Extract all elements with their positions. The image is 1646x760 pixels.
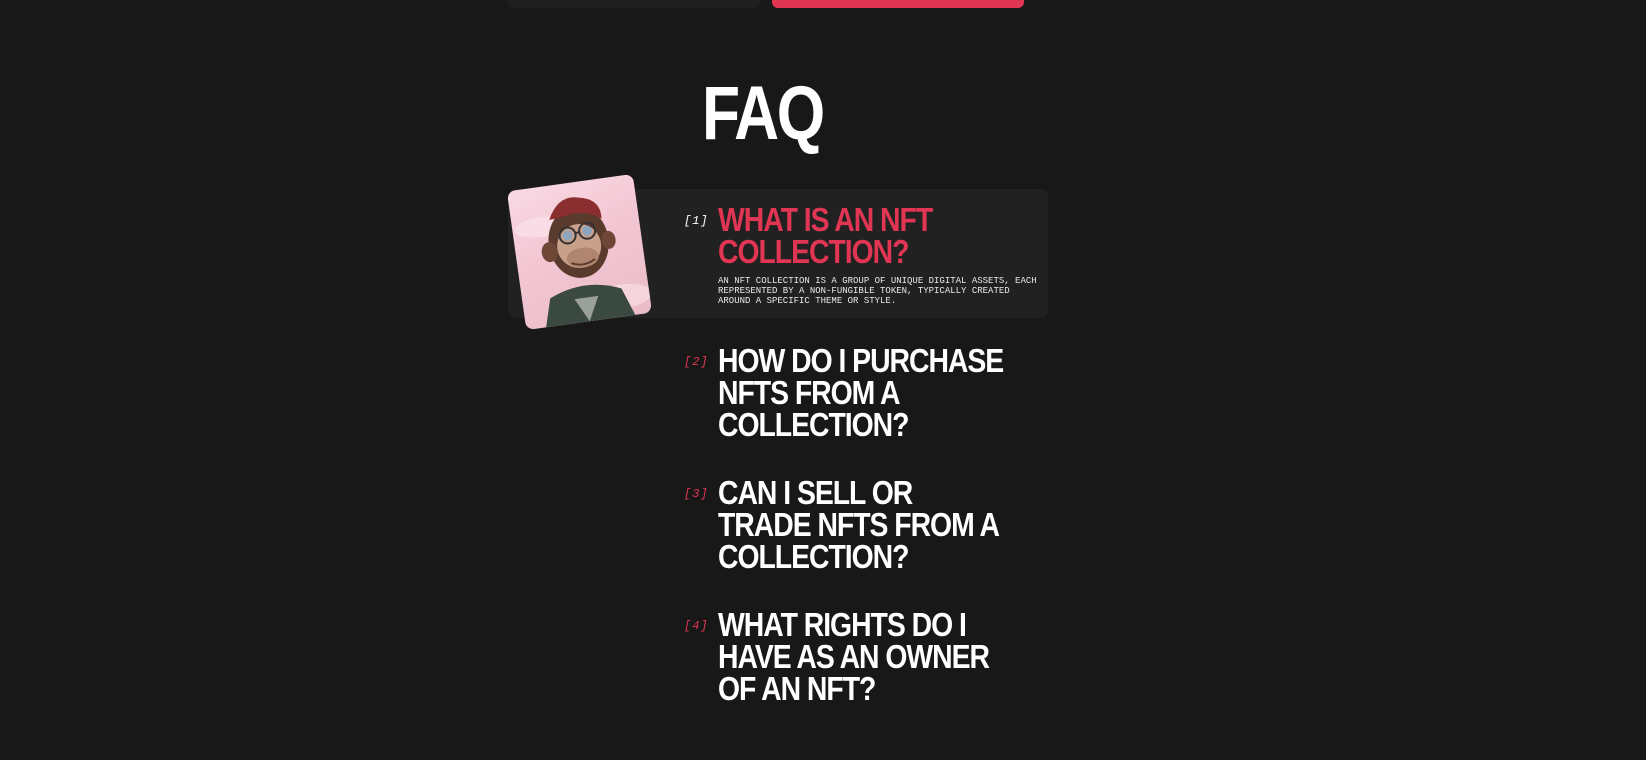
faq-item-2[interactable]: [2] HOW DO I PURCHASE NFTS FROM A COLLEC… [684,344,1064,445]
faq-number: [3] [684,487,709,501]
faq-question[interactable]: WHAT RIGHTS DO I HAVE AS AN OWNER OF AN … [718,608,1010,705]
faq-item-4[interactable]: [4] WHAT RIGHTS DO I HAVE AS AN OWNER OF… [684,608,1064,709]
faq-item-3[interactable]: [3] CAN I SELL OR TRADE NFTS FROM A COLL… [684,476,1064,577]
faq-number: [2] [684,355,709,369]
page-title: FAQ [702,71,825,156]
faq-question[interactable]: WHAT IS AN NFT COLLECTION? [718,203,1010,268]
ape-avatar-icon [506,173,653,331]
email-field[interactable] [508,0,760,8]
page: FAQ [1] WHAT IS AN NFT COLLECTION? AN NF… [0,0,1646,760]
faq-number: [1] [684,214,709,228]
faq-answer: AN NFT COLLECTION IS A GROUP OF UNIQUE D… [718,276,1037,306]
submit-button[interactable] [772,0,1024,8]
faq-number: [4] [684,619,709,633]
faq-question[interactable]: CAN I SELL OR TRADE NFTS FROM A COLLECTI… [718,476,1010,573]
faq-question[interactable]: HOW DO I PURCHASE NFTS FROM A COLLECTION… [718,344,1010,441]
faq-item-1[interactable]: [1] WHAT IS AN NFT COLLECTION? AN NFT CO… [684,203,1064,306]
